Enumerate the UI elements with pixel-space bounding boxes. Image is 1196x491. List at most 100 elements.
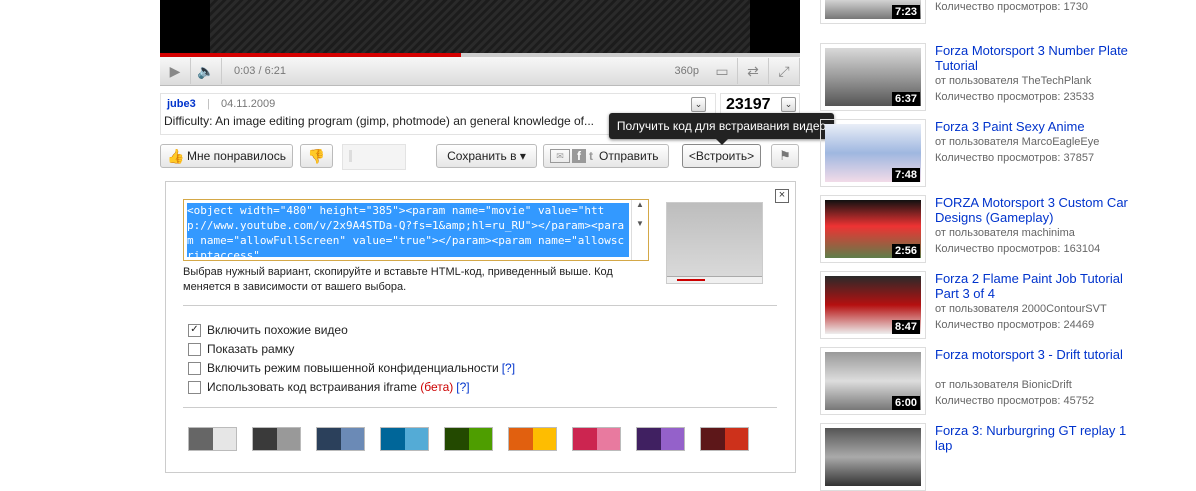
related-video-item[interactable]: 8:47 Forza 2 Flame Paint Job Tutorial Par…: [820, 271, 1196, 339]
color-swatch[interactable]: [188, 427, 237, 451]
video-thumbnail[interactable]: 7:48: [820, 119, 926, 187]
video-screen[interactable]: [210, 0, 750, 54]
video-thumbnail[interactable]: 8:47: [820, 271, 926, 339]
related-video-views: Количество просмотров: 23533: [935, 91, 1095, 103]
flag-icon: ⚑: [779, 148, 791, 163]
option-iframe[interactable]: Использовать код встраивания iframe (бет…: [188, 380, 470, 394]
related-video-author: от пользователя machinima: [935, 227, 1075, 239]
color-swatch[interactable]: [380, 427, 429, 451]
option-privacy[interactable]: Включить режим повышенной конфиденциальн…: [188, 361, 515, 375]
save-label: Сохранить в ▾: [447, 149, 526, 163]
embed-code-text[interactable]: <object width="480" height="385"><param …: [187, 203, 629, 257]
embed-tooltip: Получить код для встраивания видео: [609, 113, 834, 145]
code-scrollbar[interactable]: ▲ ▼: [631, 200, 648, 260]
option-label: Включить режим повышенной конфиденциальн…: [207, 361, 499, 375]
thumbs-up-icon: 👍: [167, 148, 185, 164]
embed-label: <Встроить>: [688, 149, 755, 163]
video-duration: 6:00: [891, 396, 920, 410]
related-video-views: Количество просмотров: 45752: [935, 395, 1095, 407]
option-related[interactable]: ✓ Включить похожие видео: [188, 323, 348, 337]
thumbs-down-icon: 👎: [307, 147, 326, 164]
color-swatches: [188, 427, 764, 451]
video-thumbnail[interactable]: 6:37: [820, 43, 926, 111]
rating-bar: [342, 144, 406, 170]
color-swatch[interactable]: [700, 427, 749, 451]
related-video-author: от пользователя TheTechPlank: [935, 75, 1092, 87]
view-count: 23197: [726, 96, 771, 113]
help-link[interactable]: [?]: [502, 361, 515, 375]
player-controls: ▶ 🔈 0:03 / 6:21 360p ▭ ⇄ ⤢: [160, 57, 800, 86]
flag-button[interactable]: ⚑: [771, 144, 799, 168]
share-button[interactable]: ✉ f t Отправить: [543, 144, 669, 168]
video-thumbnail[interactable]: 7:23: [820, 0, 926, 24]
checkbox-related[interactable]: ✓: [188, 323, 201, 337]
related-video-author: от пользователя BionicDrift: [935, 379, 1072, 391]
video-duration: 8:47: [891, 320, 920, 334]
related-video-title[interactable]: Forza 3 Paint Sexy Anime: [935, 119, 1135, 134]
author-link[interactable]: jube3: [167, 98, 196, 110]
option-label: Показать рамку: [207, 342, 295, 356]
related-video-views: Количество просмотров: 1730: [935, 1, 1088, 13]
popout-icon[interactable]: ▭: [707, 58, 738, 84]
scroll-up-icon[interactable]: ▲: [632, 200, 648, 209]
scroll-down-icon[interactable]: ▼: [632, 219, 648, 228]
share-label: Отправить: [599, 149, 659, 163]
related-video-item[interactable]: 6:00 Forza motorsport 3 - Drift tutorial о…: [820, 347, 1196, 415]
separator: |: [207, 98, 210, 110]
related-video-item[interactable]: 7:48 Forza 3 Paint Sexy Anime от пользоват…: [820, 119, 1196, 187]
color-swatch[interactable]: [252, 427, 301, 451]
expand-description-icon[interactable]: ⌄: [691, 97, 706, 112]
embed-preview: [666, 202, 763, 284]
related-video-item[interactable]: 6:37 Forza Motorsport 3 Number Plate Tuto…: [820, 43, 1196, 111]
video-player[interactable]: [160, 0, 800, 56]
related-video-title[interactable]: Forza motorsport 3 - Drift tutorial: [935, 347, 1135, 362]
video-thumbnail[interactable]: 2:56: [820, 195, 926, 263]
checkbox-iframe[interactable]: [188, 380, 201, 394]
related-video-item[interactable]: Forza 3: Nurburgring GT replay 1 lap: [820, 423, 1196, 491]
video-duration: 7:23: [891, 5, 920, 19]
color-swatch[interactable]: [316, 427, 365, 451]
volume-icon[interactable]: 🔈: [191, 58, 222, 84]
color-swatch[interactable]: [444, 427, 493, 451]
related-video-title[interactable]: Forza 2 Flame Paint Job Tutorial Part 3 …: [935, 271, 1135, 301]
play-icon[interactable]: ▶: [160, 58, 191, 84]
dislike-button[interactable]: 👎: [300, 144, 333, 168]
help-link[interactable]: [?]: [456, 380, 469, 394]
checkbox-border[interactable]: [188, 342, 201, 356]
video-duration: 2:56: [891, 244, 920, 258]
video-thumbnail[interactable]: [820, 423, 926, 491]
time-display: 0:03 / 6:21: [234, 65, 286, 77]
related-video-title[interactable]: Forza Motorsport 3 Number Plate Tutorial: [935, 43, 1135, 73]
related-video-views: Количество просмотров: 24469: [935, 319, 1095, 331]
related-video-author: от пользователя 2000ContourSVT: [935, 303, 1107, 315]
related-video-item[interactable]: 2:56 FORZA Motorsport 3 Custom Car Design…: [820, 195, 1196, 263]
tooltip-arrow: [716, 139, 728, 145]
quality-selector[interactable]: 360p: [675, 65, 699, 77]
embed-hint: Выбрав нужный вариант, скопируйте и вста…: [183, 266, 613, 293]
color-swatch[interactable]: [572, 427, 621, 451]
like-button[interactable]: 👍 Мне понравилось: [160, 144, 293, 168]
related-video-title[interactable]: FORZA Motorsport 3 Custom Car Designs (G…: [935, 195, 1135, 225]
close-icon[interactable]: ×: [775, 189, 789, 203]
checkbox-privacy[interactable]: [188, 361, 201, 375]
option-border[interactable]: Показать рамку: [188, 342, 294, 356]
divider: [183, 407, 777, 408]
beta-badge: (бета): [420, 380, 454, 394]
embed-button[interactable]: <Встроить>: [682, 144, 761, 168]
email-icon: ✉: [550, 149, 570, 163]
related-video-item[interactable]: 7:23 Количество просмотров: 1730: [820, 0, 1196, 24]
video-duration: 7:48: [891, 168, 920, 182]
video-thumbnail[interactable]: 6:00: [820, 347, 926, 415]
embed-code-field[interactable]: <object width="480" height="385"><param …: [183, 199, 649, 261]
facebook-icon: f: [572, 149, 586, 163]
expand-stats-icon[interactable]: ⌄: [781, 97, 796, 112]
fullscreen-icon[interactable]: ⤢: [769, 58, 800, 84]
related-video-author: от пользователя MarcoEagleEye: [935, 136, 1100, 148]
description: Difficulty: An image editing program (gi…: [164, 114, 595, 128]
theater-icon[interactable]: ⇄: [738, 58, 769, 84]
option-label: Использовать код встраивания iframe: [207, 380, 417, 394]
save-to-button[interactable]: Сохранить в ▾: [436, 144, 537, 168]
related-video-title[interactable]: Forza 3: Nurburgring GT replay 1 lap: [935, 423, 1135, 453]
color-swatch[interactable]: [508, 427, 557, 451]
color-swatch[interactable]: [636, 427, 685, 451]
